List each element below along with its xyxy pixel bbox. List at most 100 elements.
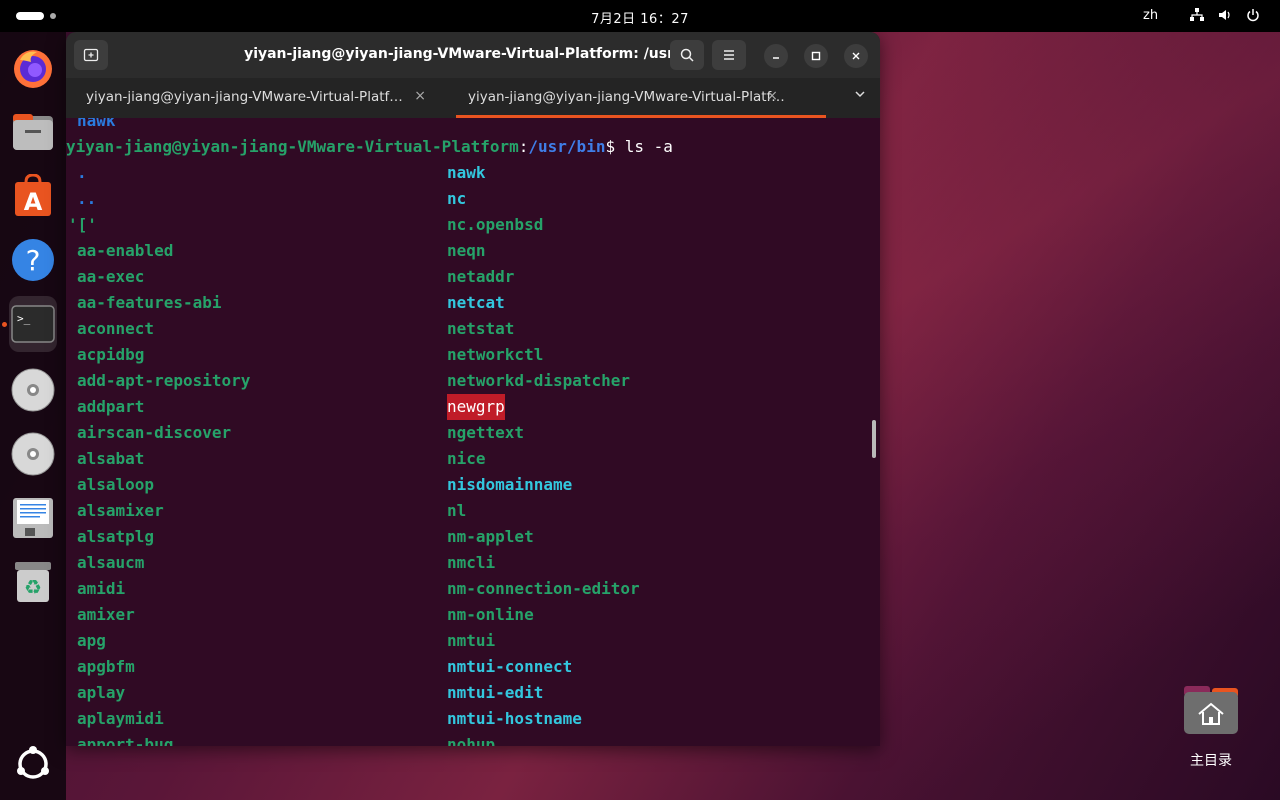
tab-close-button[interactable]: × bbox=[766, 88, 778, 104]
disc-icon bbox=[11, 368, 55, 412]
system-menu[interactable] bbox=[1190, 8, 1260, 25]
help-launcher[interactable]: ? bbox=[9, 236, 57, 284]
ls-entry: . bbox=[77, 163, 87, 182]
ls-entry: alsatplg bbox=[77, 527, 155, 546]
ls-entry: nl bbox=[447, 501, 467, 520]
hamburger-menu-icon bbox=[724, 50, 734, 60]
ls-entry: amidi bbox=[77, 579, 126, 598]
ls-entry: alsabat bbox=[77, 449, 145, 468]
terminal-line-partial: nawk bbox=[77, 118, 116, 130]
app-center-launcher[interactable]: A bbox=[9, 172, 57, 220]
ls-entry: '[' bbox=[68, 215, 97, 234]
top-bar: 7月2日 16：27 zh bbox=[0, 0, 1280, 32]
ls-entry: amixer bbox=[77, 605, 135, 624]
ls-entry: networkctl bbox=[447, 345, 544, 364]
search-button[interactable] bbox=[670, 40, 704, 70]
firefox-launcher[interactable] bbox=[9, 44, 57, 92]
ls-entry: nisdomainname bbox=[447, 475, 573, 494]
ls-entry: neqn bbox=[447, 241, 486, 260]
minimize-button[interactable] bbox=[764, 44, 788, 68]
terminal-output[interactable]: nawk yiyan-jiang@yiyan-jiang-VMware-Virt… bbox=[66, 118, 880, 746]
minimize-icon bbox=[773, 57, 779, 59]
input-method-indicator[interactable]: zh bbox=[1143, 8, 1158, 23]
ls-entry: newgrp bbox=[447, 394, 505, 420]
new-tab-button[interactable] bbox=[74, 40, 108, 70]
ls-entry: .. bbox=[77, 189, 97, 208]
volume-icon bbox=[1218, 8, 1232, 25]
tab-bar: yiyan-jiang@yiyan-jiang-VMware-Virtual-P… bbox=[66, 78, 880, 118]
home-folder-icon bbox=[1184, 686, 1238, 734]
disc-launcher-2[interactable] bbox=[9, 430, 57, 478]
ls-entry: acpidbg bbox=[77, 345, 145, 364]
window-title: yiyan-jiang@yiyan-jiang-VMware-Virtual-P… bbox=[244, 46, 704, 62]
prompt-dollar: $ bbox=[605, 137, 625, 156]
search-icon bbox=[680, 48, 694, 62]
app-center-icon: A bbox=[15, 174, 51, 216]
disc-icon bbox=[11, 432, 55, 476]
tab-1[interactable]: yiyan-jiang@yiyan-jiang-VMware-Virtual-P… bbox=[66, 78, 448, 118]
ls-entry: alsaloop bbox=[77, 475, 155, 494]
ls-entry: nc.openbsd bbox=[447, 215, 544, 234]
tab-label: yiyan-jiang@yiyan-jiang-VMware-Virtual-P… bbox=[86, 89, 403, 105]
clock[interactable]: 7月2日 16：27 bbox=[0, 8, 1280, 27]
ls-entry: aconnect bbox=[77, 319, 155, 338]
firefox-icon bbox=[14, 50, 52, 88]
terminal-icon: >_ bbox=[11, 305, 55, 343]
tab-label: yiyan-jiang@yiyan-jiang-VMware-Virtual-P… bbox=[468, 89, 785, 105]
ls-entry: addpart bbox=[77, 397, 145, 416]
terminal-window: yiyan-jiang@yiyan-jiang-VMware-Virtual-P… bbox=[66, 32, 880, 746]
trash-launcher[interactable]: ♻ bbox=[9, 558, 57, 606]
ls-entry: nawk bbox=[447, 163, 486, 182]
text-editor-launcher[interactable] bbox=[9, 494, 57, 542]
ls-entry: add-apt-repository bbox=[77, 371, 251, 390]
ls-entry: nmtui-hostname bbox=[447, 709, 582, 728]
ls-entry: apgbfm bbox=[77, 657, 135, 676]
dock: A ? >_ ♻ bbox=[0, 32, 66, 800]
ls-entry: nohup bbox=[447, 735, 496, 746]
ls-entry: nm-online bbox=[447, 605, 534, 624]
close-button[interactable] bbox=[844, 44, 868, 68]
prompt-line: yiyan-jiang@yiyan-jiang-VMware-Virtual-P… bbox=[66, 134, 673, 160]
maximize-button[interactable] bbox=[804, 44, 828, 68]
ls-entry: aplay bbox=[77, 683, 126, 702]
svg-text:>_: >_ bbox=[17, 312, 31, 325]
home-label: 主目录 bbox=[1190, 753, 1232, 769]
ls-entry: nmcli bbox=[447, 553, 496, 572]
tab-close-button[interactable]: × bbox=[414, 88, 426, 104]
chevron-down-icon bbox=[855, 91, 865, 98]
desktop-home-shortcut[interactable]: 主目录 bbox=[1176, 684, 1246, 770]
running-indicator bbox=[2, 322, 7, 327]
ls-entry: netaddr bbox=[447, 267, 515, 286]
network-icon bbox=[1190, 8, 1204, 25]
ls-entry: alsamixer bbox=[77, 501, 164, 520]
files-launcher[interactable] bbox=[9, 108, 57, 156]
text-editor-icon bbox=[13, 498, 53, 538]
ls-entry: apg bbox=[77, 631, 106, 650]
ls-entry: apport-bug bbox=[77, 735, 174, 746]
scrollbar-thumb[interactable] bbox=[872, 420, 876, 458]
ls-entry: nc bbox=[447, 189, 467, 208]
close-icon bbox=[852, 52, 860, 60]
ls-entry: nice bbox=[447, 449, 486, 468]
show-apps-button[interactable] bbox=[9, 740, 57, 788]
svg-text:♻: ♻ bbox=[24, 575, 42, 599]
disc-launcher[interactable] bbox=[9, 366, 57, 414]
ls-entry: nmtui-edit bbox=[447, 683, 544, 702]
terminal-launcher[interactable]: >_ bbox=[9, 296, 57, 352]
prompt-path: /usr/bin bbox=[528, 137, 606, 156]
ls-entry: nm-applet bbox=[447, 527, 534, 546]
prompt-user: yiyan-jiang@yiyan-jiang-VMware-Virtual-P… bbox=[66, 137, 519, 156]
ls-entry: aa-exec bbox=[77, 267, 145, 286]
tab-overflow-button[interactable] bbox=[854, 88, 866, 104]
ls-entry: aa-features-abi bbox=[77, 293, 222, 312]
ls-entry: nmtui-connect bbox=[447, 657, 573, 676]
svg-text:A: A bbox=[24, 188, 43, 216]
tab-2[interactable]: yiyan-jiang@yiyan-jiang-VMware-Virtual-P… bbox=[456, 78, 838, 118]
header-bar: yiyan-jiang@yiyan-jiang-VMware-Virtual-P… bbox=[66, 32, 880, 78]
command-text: ls -a bbox=[624, 137, 673, 156]
ls-entry: aplaymidi bbox=[77, 709, 164, 728]
ls-entry: nm-connection-editor bbox=[447, 579, 640, 598]
new-tab-icon bbox=[83, 48, 99, 62]
ls-entry: airscan-discover bbox=[77, 423, 232, 442]
menu-button[interactable] bbox=[712, 40, 746, 70]
